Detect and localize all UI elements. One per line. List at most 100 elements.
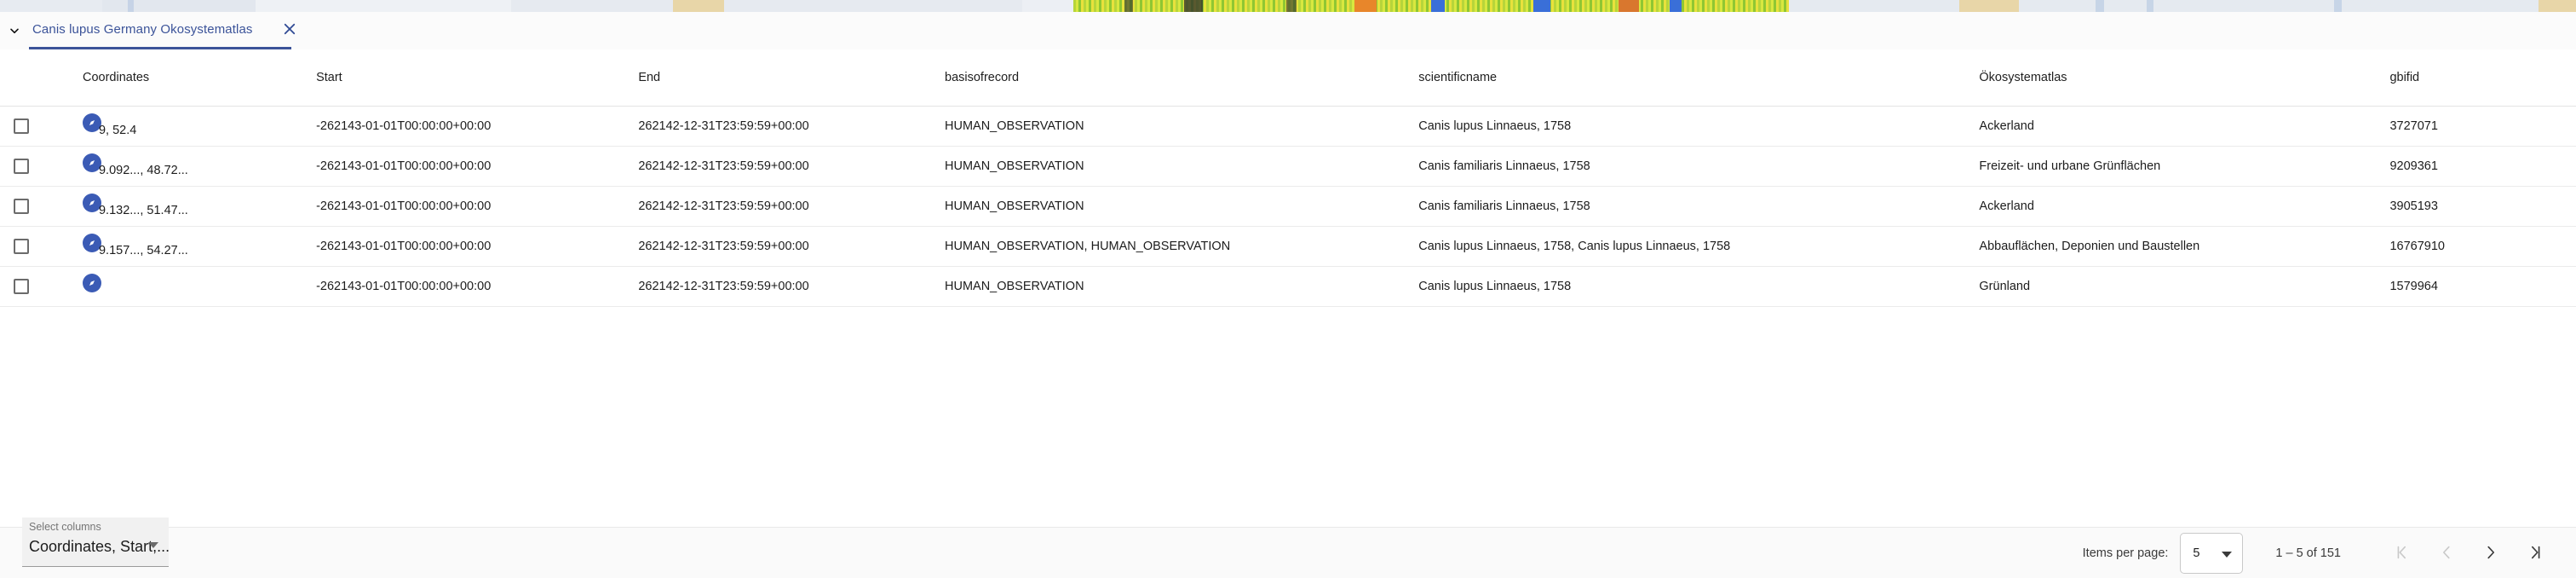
oekosystematlas-text: Freizeit- und urbane Grünflächen (1979, 159, 2161, 173)
column-header-label: Start (316, 71, 342, 84)
cell-end: 262142-12-31T23:59:59+00:00 (635, 186, 941, 227)
map-occurrence-point (1533, 0, 1550, 12)
table-row[interactable]: 9.157..., 54.27... -262143-01-01T00:00:0… (0, 226, 2576, 267)
end-text: 262142-12-31T23:59:59+00:00 (638, 119, 809, 133)
basisofrecord-text: HUMAN_OBSERVATION (945, 199, 1084, 213)
table-row[interactable]: 9.132..., 51.47... -262143-01-01T00:00:0… (0, 186, 2576, 227)
column-header-end[interactable]: End (635, 49, 941, 107)
cell-gbifid: 3727071 (2386, 106, 2576, 147)
results-table-container[interactable]: Coordinates Start End basisofrecord scie (0, 49, 2576, 527)
column-header-gbifid[interactable]: gbifid (2386, 49, 2576, 107)
first-page-icon (2393, 543, 2412, 564)
row-select-cell[interactable] (0, 186, 76, 227)
column-header-label: End (638, 71, 661, 84)
table-row[interactable]: 9, 52.4 -262143-01-01T00:00:00+00:00 262… (0, 106, 2576, 147)
start-text: -262143-01-01T00:00:00+00:00 (316, 199, 492, 213)
previous-page-button[interactable] (2424, 531, 2469, 575)
row-checkbox[interactable] (14, 118, 29, 134)
tab-close-button[interactable] (279, 20, 300, 41)
last-page-button[interactable] (2513, 531, 2557, 575)
tab-label: Canis lupus Germany Okosystematlas (32, 22, 253, 37)
table-footer: Select columns Coordinates, Start,... It… (0, 517, 2576, 578)
start-text: -262143-01-01T00:00:00+00:00 (316, 159, 492, 173)
map-occurrence-point (1286, 0, 1297, 12)
tab-canis-lupus-germany[interactable]: Canis lupus Germany Okosystematlas (29, 12, 291, 49)
row-checkbox[interactable] (14, 159, 29, 174)
coordinates-text: 9.157..., 54.27... (98, 244, 188, 257)
cell-oekosystematlas: Abbauflächen, Deponien und Baustellen (1975, 226, 2387, 267)
occurrence-table-panel: Canis lupus Germany Okosystematlas Coord… (0, 0, 2576, 578)
scientificname-text: Canis familiaris Linnaeus, 1758 (1418, 199, 1590, 213)
first-page-button[interactable] (2380, 531, 2424, 575)
coordinates-text: 9.132..., 51.47... (98, 204, 188, 217)
cell-basisofrecord: HUMAN_OBSERVATION, HUMAN_OBSERVATION (941, 226, 1416, 267)
cell-end: 262142-12-31T23:59:59+00:00 (635, 266, 941, 307)
table-body: 9, 52.4 -262143-01-01T00:00:00+00:00 262… (0, 106, 2576, 307)
row-checkbox[interactable] (14, 239, 29, 254)
map-water-feature (2096, 0, 2104, 12)
cell-scientificname: Canis lupus Linnaeus, 1758 (1415, 106, 1976, 147)
scientificname-text: Canis familiaris Linnaeus, 1758 (1418, 159, 1590, 173)
row-checkbox[interactable] (14, 199, 29, 214)
column-header-oekosystematlas[interactable]: Ökosystematlas (1975, 49, 2387, 107)
items-per-page-value: 5 (2193, 546, 2200, 560)
cell-end: 262142-12-31T23:59:59+00:00 (635, 226, 941, 267)
column-header-basisofrecord[interactable]: basisofrecord (941, 49, 1416, 107)
next-page-button[interactable] (2469, 531, 2513, 575)
cell-start: -262143-01-01T00:00:00+00:00 (313, 106, 635, 147)
map-occurrence-point (1670, 0, 1682, 12)
map-occurrence-point (1354, 0, 1377, 12)
results-panel: Canis lupus Germany Okosystematlas Coord… (0, 12, 2576, 578)
cell-basisofrecord: HUMAN_OBSERVATION (941, 106, 1416, 147)
column-header-coordinates[interactable]: Coordinates (75, 49, 313, 107)
cell-oekosystematlas: Freizeit- und urbane Grünflächen (1975, 146, 2387, 187)
paginator: Items per page: 5 1 – 5 of 151 (2083, 528, 2557, 578)
cell-end: 262142-12-31T23:59:59+00:00 (635, 146, 941, 187)
map-water-feature (128, 0, 134, 12)
gbifid-text: 3727071 (2389, 119, 2438, 133)
row-select-cell[interactable] (0, 266, 76, 307)
table-header: Coordinates Start End basisofrecord scie (0, 49, 2576, 107)
last-page-icon (2526, 543, 2544, 564)
oekosystematlas-text: Ackerland (1979, 199, 2034, 213)
end-text: 262142-12-31T23:59:59+00:00 (638, 280, 809, 293)
dropdown-arrow-icon (148, 542, 158, 548)
coordinates-text: 9, 52.4 (98, 124, 137, 137)
panel-collapse-toggle[interactable] (0, 12, 29, 49)
cell-gbifid: 16767910 (2386, 226, 2576, 267)
table-row[interactable]: 9.092..., 48.72... -262143-01-01T00:00:0… (0, 146, 2576, 187)
cell-start: -262143-01-01T00:00:00+00:00 (313, 186, 635, 227)
cell-coordinates: 9.132..., 51.47... (75, 186, 313, 227)
row-select-cell[interactable] (0, 106, 76, 147)
table-row[interactable]: -262143-01-01T00:00:00+00:00 262142-12-3… (0, 266, 2576, 307)
results-table: Coordinates Start End basisofrecord scie (0, 49, 2576, 307)
column-header-scientificname[interactable]: scientificname (1415, 49, 1976, 107)
next-page-icon (2481, 543, 2500, 564)
row-checkbox[interactable] (14, 279, 29, 294)
map-water-feature (2334, 0, 2342, 12)
select-columns-dropdown[interactable]: Select columns Coordinates, Start,... (22, 517, 170, 567)
cell-oekosystematlas: Ackerland (1975, 106, 2387, 147)
gbifid-text: 1579964 (2389, 280, 2438, 293)
map-occurrence-point (1184, 0, 1203, 12)
column-header-label: Coordinates (82, 71, 150, 84)
gbifid-text: 3905193 (2389, 199, 2438, 213)
basisofrecord-text: HUMAN_OBSERVATION (945, 119, 1084, 133)
scientificname-text: Canis lupus Linnaeus, 1758 (1418, 119, 1572, 133)
page-range-label: 1 – 5 of 151 (2275, 546, 2341, 560)
compass-icon[interactable] (82, 274, 101, 292)
column-header-label: gbifid (2389, 71, 2420, 84)
gbifid-text: 16767910 (2389, 240, 2445, 253)
column-header-label: scientificname (1418, 71, 1498, 84)
row-select-cell[interactable] (0, 226, 76, 267)
select-columns-label: Select columns (29, 521, 101, 533)
cell-end: 262142-12-31T23:59:59+00:00 (635, 106, 941, 147)
items-per-page-select[interactable]: 5 (2180, 533, 2244, 574)
row-select-cell[interactable] (0, 146, 76, 187)
cell-scientificname: Canis familiaris Linnaeus, 1758 (1415, 186, 1976, 227)
map-terrain-patch (673, 0, 724, 12)
cell-gbifid: 1579964 (2386, 266, 2576, 307)
cell-gbifid: 9209361 (2386, 146, 2576, 187)
column-header-start[interactable]: Start (313, 49, 635, 107)
map-occurrence-point (1619, 0, 1639, 12)
